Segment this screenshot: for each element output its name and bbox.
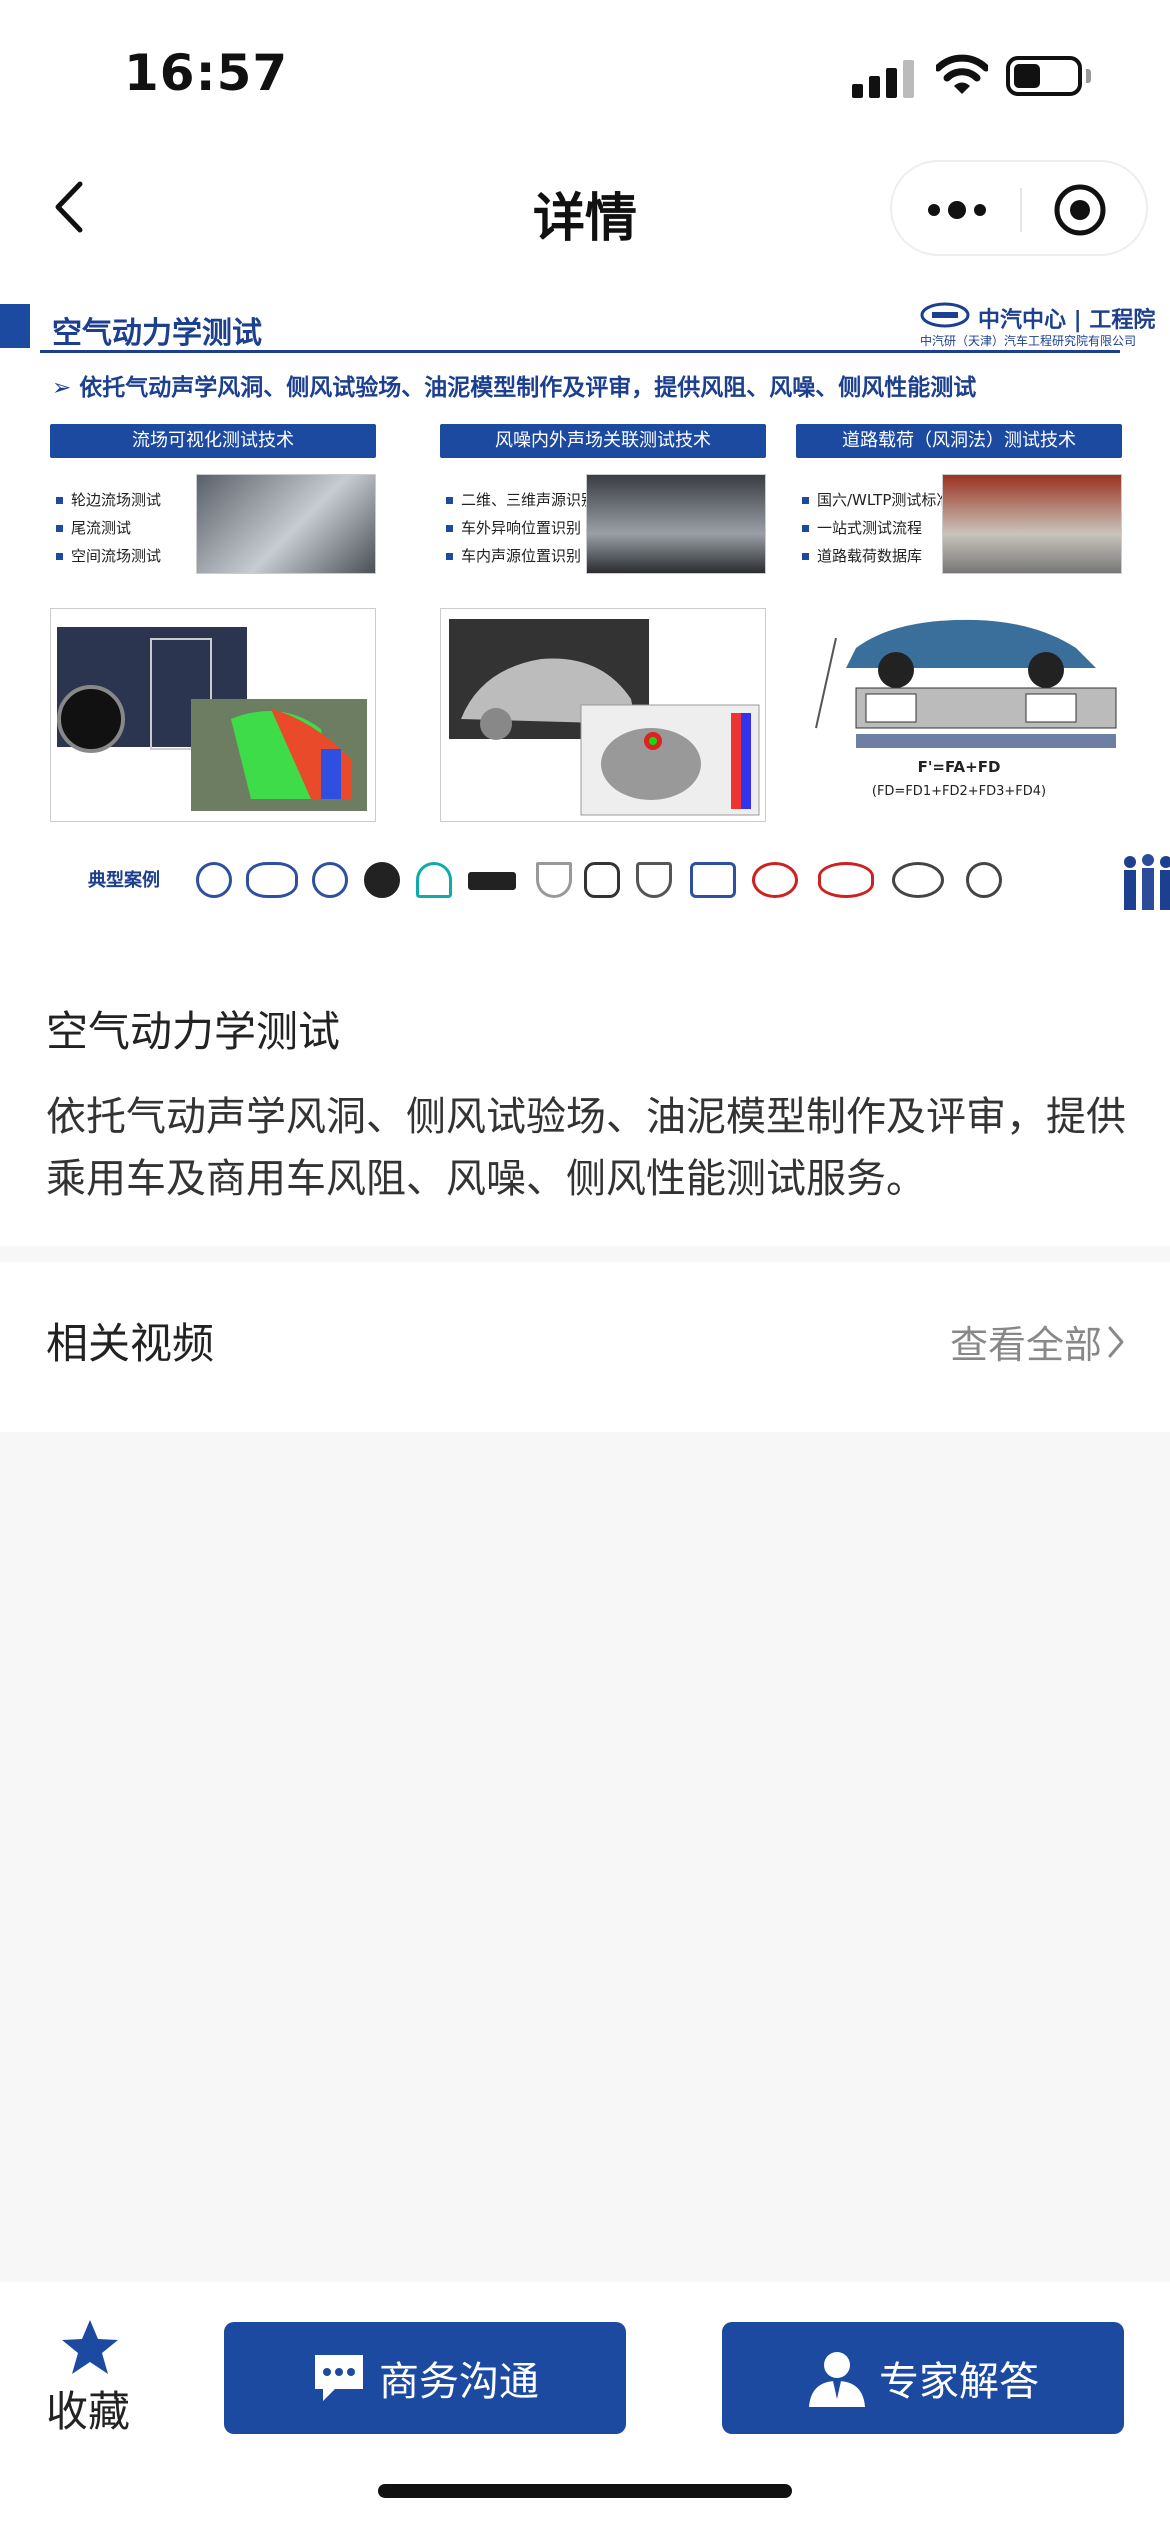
banner-column-wind-noise: 风噪内外声场关联测试技术 二维、三维声源识别 车外异响位置识别 车内声源位置识别: [440, 424, 766, 822]
content-card: 空气动力学测试 依托气动声学风洞、侧风试验场、油泥模型制作及评审，提供乘用车及商…: [0, 936, 1170, 1246]
lynkco-logo-icon: [468, 872, 516, 890]
voyah-logo-icon: [636, 862, 672, 898]
wind-tunnel-photo: [196, 474, 376, 574]
list-item: 一站式测试流程: [802, 514, 951, 542]
list-item: 轮边流场测试: [56, 486, 161, 514]
battery-icon: [1006, 56, 1091, 96]
more-options-icon[interactable]: [922, 190, 992, 230]
capsule-divider: [1020, 188, 1022, 232]
banner-subtitle: ➢ 依托气动声学风洞、侧风试验场、油泥模型制作及评审，提供风阻、风噪、侧风性能测…: [52, 375, 977, 401]
expert-answer-button[interactable]: 专家解答: [722, 2322, 1124, 2434]
list-item: 尾流测试: [56, 514, 161, 542]
faw-logo-icon: [246, 862, 298, 898]
list-item: 车内声源位置识别: [446, 542, 596, 570]
star-icon: [62, 2320, 118, 2374]
wifi-icon: [936, 54, 988, 94]
banner-title: 空气动力学测试: [52, 316, 262, 351]
business-contact-label: 商务沟通: [379, 2359, 539, 2405]
volvo-logo-icon: [196, 862, 232, 898]
status-bar: 16:57: [0, 0, 1170, 150]
related-videos-section: 相关视频 查看全部: [0, 1262, 1170, 1432]
catarc-logo-icon: [920, 302, 970, 328]
geely-logo-icon: [690, 862, 736, 898]
column-list: 二维、三维声源识别 车外异响位置识别 车内声源位置识别: [446, 486, 596, 570]
mercedes-benz-logo-icon: [966, 862, 1002, 898]
acoustic-analysis-image: [440, 608, 766, 822]
cellular-signal-icon: [852, 58, 914, 98]
bmw-logo-icon: [364, 862, 400, 898]
nio-logo-icon: [416, 862, 452, 898]
column-list: 轮边流场测试 尾流测试 空间流场测试: [56, 486, 161, 570]
toyota-logo-icon: [752, 862, 798, 898]
volkswagen-logo-icon: [312, 862, 348, 898]
formula-sub: (FD=FD1+FD2+FD3+FD4): [871, 784, 1047, 799]
road-load-diagram: F'=FA+FD (FD=FD1+FD2+FD3+FD4): [796, 608, 1122, 822]
list-item: 车外异响位置识别: [446, 514, 596, 542]
chevron-right-icon: [1108, 1326, 1124, 1357]
favorite-button[interactable]: 收藏: [40, 2318, 140, 2448]
hongqi-logo-icon: [536, 862, 572, 898]
status-time: 16:57: [124, 44, 289, 102]
race-car-flow-illustration: [57, 627, 367, 811]
view-all-link[interactable]: 查看全部: [950, 1314, 1126, 1369]
anechoic-chamber-photo: [586, 474, 766, 574]
column-list: 国六/WLTP测试标准 一站式测试流程 道路载荷数据库: [802, 486, 951, 570]
banner-column-flow-visualization: 流场可视化测试技术 轮边流场测试 尾流测试 空间流场测试: [50, 424, 376, 822]
chat-bubble-icon: [315, 2355, 363, 2401]
favorite-label: 收藏: [46, 2387, 131, 2436]
typical-cases-row: 典型案例: [40, 852, 1170, 910]
mini-program-capsule: [890, 160, 1148, 256]
content-description: 依托气动声学风洞、侧风试验场、油泥模型制作及评审，提供乘用车及商用车风阻、风噪、…: [46, 1094, 1126, 1202]
banner-column-road-load: 道路载荷（风洞法）测试技术 国六/WLTP测试标准 一站式测试流程 道路载荷数据…: [796, 424, 1122, 822]
list-item: 二维、三维声源识别: [446, 486, 596, 514]
people-silhouette-icon: [1124, 854, 1170, 910]
banner-accent-bar: [0, 304, 30, 348]
expert-answer-label: 专家解答: [879, 2359, 1039, 2405]
chery-logo-icon: [818, 862, 874, 898]
xpeng-logo-icon: [584, 862, 620, 898]
logo-subtext: 中汽研（天津）汽车工程研究院有限公司: [920, 334, 1137, 348]
catarc-logo: 中汽中心 | 工程院 中汽研（天津）汽车工程研究院有限公司: [920, 302, 1155, 352]
banner-divider: [40, 350, 1120, 353]
related-videos-title: 相关视频: [46, 1319, 215, 1368]
column-header: 风噪内外声场关联测试技术: [440, 424, 766, 458]
list-item: 道路载荷数据库: [802, 542, 951, 570]
navigation-bar: 详情: [0, 150, 1170, 266]
car-acoustic-illustration: [449, 619, 760, 816]
close-mini-program-icon[interactable]: [1052, 182, 1108, 238]
formula-main: F'=FA+FD: [917, 758, 1001, 776]
road-load-test-photo: [942, 474, 1122, 574]
detail-banner-image: 空气动力学测试 中汽中心 | 工程院 中汽研（天津）汽车工程研究院有限公司 ➢ …: [0, 266, 1170, 936]
expert-user-icon: [809, 2352, 865, 2407]
home-indicator: [378, 2484, 792, 2498]
flow-visualization-image: [50, 608, 376, 822]
typical-cases-label: 典型案例: [88, 870, 160, 891]
detail-page: 16:57 详情 空气动力学测试 中汽中心 | 工程院 中汽研（天津）汽车工程研…: [0, 0, 1170, 2532]
column-header: 道路载荷（风洞法）测试技术: [796, 424, 1122, 458]
list-item: 空间流场测试: [56, 542, 161, 570]
list-item: 国六/WLTP测试标准: [802, 486, 951, 514]
great-wall-logo-icon: [892, 862, 944, 898]
content-title: 空气动力学测试: [46, 1007, 341, 1056]
view-all-label: 查看全部: [949, 1323, 1102, 1367]
column-header: 流场可视化测试技术: [50, 424, 376, 458]
business-contact-button[interactable]: 商务沟通: [224, 2322, 626, 2434]
logo-text: 中汽中心 | 工程院: [978, 308, 1156, 333]
